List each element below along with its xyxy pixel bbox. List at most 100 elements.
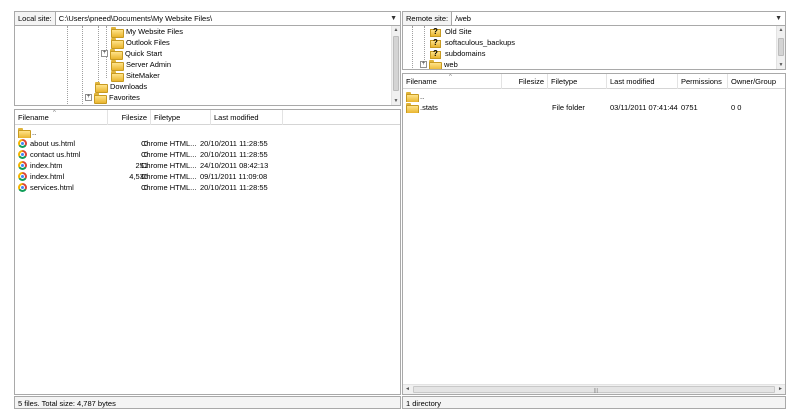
- remote-tree-scrollbar[interactable]: ▲ ▼: [776, 26, 785, 69]
- scroll-up-icon[interactable]: ▲: [777, 26, 785, 35]
- folder-icon: [110, 49, 123, 60]
- chevron-down-icon[interactable]: ▼: [390, 15, 397, 22]
- file-name: .stats: [420, 103, 438, 112]
- grip-icon: |||: [594, 388, 598, 394]
- tree-item[interactable]: Downloads: [95, 81, 147, 93]
- file-type: Chrome HTML...: [141, 183, 197, 192]
- tree-item-label: subdomains: [445, 49, 486, 58]
- folder-icon: [111, 27, 124, 38]
- file-type: [141, 127, 199, 138]
- column-last-modified[interactable]: Last modified: [607, 74, 678, 89]
- column-filetype[interactable]: Filetype: [151, 110, 211, 125]
- file-modified: 03/11/2011 07:41:44: [610, 103, 678, 112]
- remote-file-list[interactable]: Filename ^ Filesize Filetype Last modifie…: [402, 73, 786, 395]
- folder-icon: [111, 38, 124, 49]
- file-type: File folder: [552, 103, 585, 112]
- tree-item[interactable]: + Favorites: [85, 92, 140, 104]
- file-row[interactable]: services.html 0 Chrome HTML... 20/10/2011 1…: [15, 182, 395, 193]
- column-label: Permissions: [681, 77, 722, 86]
- local-tree-scrollbar[interactable]: ▲ ▼: [391, 26, 400, 105]
- file-row[interactable]: index.html 4,536 Chrome HTML... 09/11/2011 …: [15, 171, 395, 182]
- tree-item-label: softaculous_backups: [445, 38, 516, 47]
- unknown-folder-icon: ?: [430, 38, 441, 48]
- tree-item-label: My Website Files: [126, 27, 183, 36]
- column-filename[interactable]: Filename ^: [15, 110, 108, 125]
- column-label: Filename: [18, 113, 49, 122]
- file-type: Chrome HTML...: [141, 139, 197, 148]
- column-filesize[interactable]: Filesize: [108, 110, 151, 125]
- column-owner-group[interactable]: Owner/Group: [728, 74, 785, 89]
- file-row[interactable]: about us.html 0 Chrome HTML... 20/10/2011 1…: [15, 138, 395, 149]
- scroll-down-icon[interactable]: ▼: [777, 61, 785, 69]
- expand-icon[interactable]: +: [85, 94, 92, 101]
- folder-icon: [406, 103, 419, 113]
- unknown-folder-icon: ?: [430, 27, 441, 37]
- remote-list-hscrollbar[interactable]: ◄ ||| ►: [403, 384, 785, 394]
- local-site-path[interactable]: C:\Users\pneed\Documents\My Website File…: [59, 14, 212, 23]
- column-filesize[interactable]: Filesize: [502, 74, 548, 89]
- tree-item[interactable]: + web: [420, 59, 458, 69]
- column-label: Filename: [406, 77, 437, 86]
- scroll-left-icon[interactable]: ◄: [403, 385, 412, 394]
- tree-item[interactable]: ? softaculous_backups: [430, 37, 515, 48]
- folder-icon: [111, 60, 124, 71]
- folder-icon: [406, 92, 419, 102]
- column-permissions[interactable]: Permissions: [678, 74, 728, 89]
- local-site-label: Local site:: [15, 12, 56, 25]
- local-directory-tree[interactable]: My Website Files Outlook Files + Quick Star…: [14, 26, 401, 106]
- tree-item-label: SiteMaker: [126, 71, 160, 80]
- remote-site-path[interactable]: /web: [455, 14, 471, 23]
- expand-icon[interactable]: +: [101, 50, 108, 57]
- tree-item[interactable]: + Quick Start: [101, 48, 162, 60]
- scroll-thumb[interactable]: [778, 38, 784, 56]
- file-name: index.html: [30, 172, 65, 181]
- file-row[interactable]: .stats File folder 03/11/2011 07:41:44 0751…: [403, 102, 783, 113]
- file-name-cell: about us.html: [18, 138, 106, 149]
- expand-icon[interactable]: +: [420, 61, 427, 68]
- file-row[interactable]: ..: [15, 127, 395, 138]
- file-name-cell: ..: [18, 127, 106, 138]
- column-filename[interactable]: Filename ^: [403, 74, 502, 89]
- tree-item[interactable]: My Website Files: [111, 26, 183, 38]
- folder-icon: [95, 82, 108, 93]
- remote-pane: Remote site: /web ▼ ? Old Site? softaculou…: [402, 0, 786, 417]
- scroll-thumb[interactable]: |||: [413, 386, 775, 394]
- chrome-html-icon: [18, 161, 27, 170]
- tree-item[interactable]: ? Old Site: [430, 26, 472, 37]
- scroll-thumb[interactable]: [393, 36, 399, 91]
- folder-icon: [429, 60, 442, 69]
- scroll-down-icon[interactable]: ▼: [392, 97, 400, 105]
- tree-item-label: Server Admin: [126, 60, 172, 69]
- file-name: ..: [420, 92, 425, 101]
- file-permissions: [681, 91, 726, 102]
- tree-item[interactable]: ? subdomains: [430, 48, 485, 59]
- file-owner-group: [731, 91, 781, 102]
- scroll-up-icon[interactable]: ▲: [392, 26, 400, 35]
- scroll-right-icon[interactable]: ►: [776, 385, 785, 394]
- local-file-list[interactable]: Filename ^ Filesize Filetype Last modifie…: [14, 109, 401, 395]
- tree-item[interactable]: SiteMaker: [111, 70, 160, 82]
- chrome-html-icon: [18, 172, 27, 181]
- file-name: contact us.html: [30, 150, 81, 159]
- file-name: ..: [32, 128, 37, 137]
- column-filetype[interactable]: Filetype: [548, 74, 607, 89]
- column-label: Filetype: [551, 77, 578, 86]
- file-modified: 20/10/2011 11:28:55: [200, 150, 268, 159]
- file-row[interactable]: index.htm 251 Chrome HTML... 24/10/2011 08:…: [15, 160, 395, 171]
- file-name-cell: contact us.html: [18, 149, 106, 160]
- remote-directory-tree[interactable]: ? Old Site? softaculous_backups? subdomains…: [402, 26, 786, 70]
- chrome-html-icon: [18, 183, 27, 192]
- file-modified: 09/11/2011 11:09:08: [200, 172, 268, 181]
- column-label: Last modified: [610, 77, 655, 86]
- tree-item[interactable]: Server Admin: [111, 59, 172, 71]
- column-last-modified[interactable]: Last modified: [211, 110, 283, 125]
- remote-site-path-combo[interactable]: /web ▼: [452, 12, 785, 25]
- file-name: services.html: [30, 183, 74, 192]
- tree-item[interactable]: Outlook Files: [111, 37, 170, 49]
- chevron-down-icon[interactable]: ▼: [775, 15, 782, 22]
- remote-site-bar: Remote site: /web ▼: [402, 11, 786, 26]
- file-row[interactable]: ..: [403, 91, 783, 102]
- file-row[interactable]: contact us.html 0 Chrome HTML... 20/10/2011…: [15, 149, 395, 160]
- folder-icon: [111, 71, 124, 82]
- local-site-path-combo[interactable]: C:\Users\pneed\Documents\My Website File…: [55, 12, 400, 25]
